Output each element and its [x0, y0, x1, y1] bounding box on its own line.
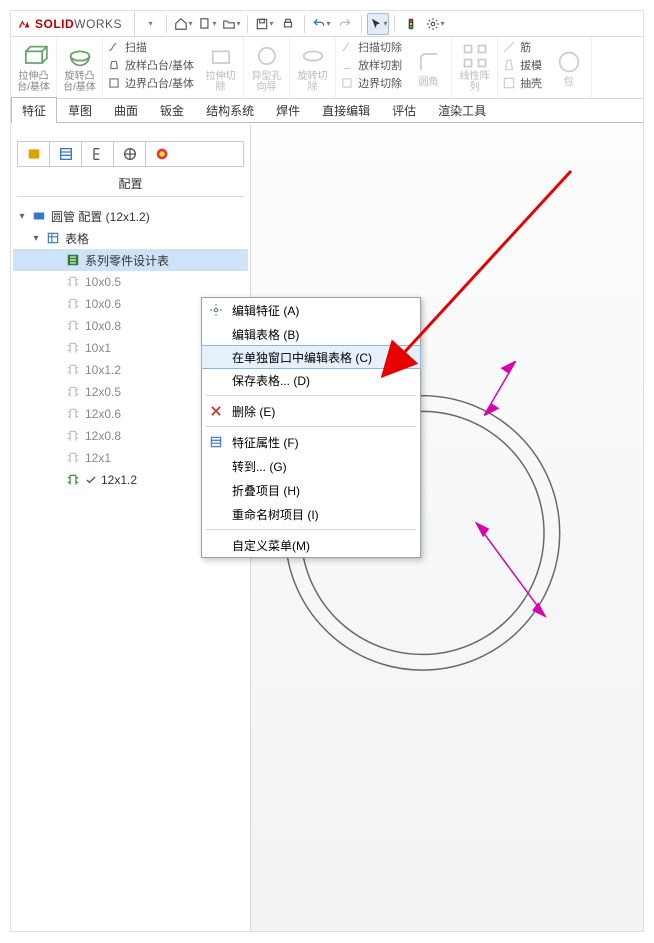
- rib-button[interactable]: 筋: [502, 39, 531, 55]
- quick-access-toolbar: ▾ ▾ ▾ ▾ ▾ ▾ ▾ ▾: [134, 11, 450, 36]
- ribbon: 拉伸凸 台/基体 旋转凸 台/基体 扫描 放样凸台/基体 边界凸台/基体 拉伸切…: [11, 37, 643, 99]
- dimxpert-tab[interactable]: [114, 142, 146, 166]
- feature-manager-tab[interactable]: [18, 142, 50, 166]
- sweep-cut-button[interactable]: 扫描切除: [340, 39, 402, 55]
- tab-直接编辑[interactable]: 直接编辑: [311, 97, 381, 123]
- extrude-cut-button[interactable]: 拉伸切 除: [198, 37, 244, 98]
- draft-button[interactable]: 拔模: [502, 57, 542, 73]
- tab-焊件[interactable]: 焊件: [265, 97, 311, 123]
- redo-button[interactable]: [334, 13, 356, 35]
- tab-特征[interactable]: 特征: [11, 97, 57, 123]
- fillet-button[interactable]: 圆角: [406, 37, 452, 98]
- menu-item-1[interactable]: 编辑表格 (B): [202, 322, 420, 346]
- tab-结构系统[interactable]: 结构系统: [195, 97, 265, 123]
- save-button[interactable]: ▾: [253, 13, 275, 35]
- shell-button[interactable]: 抽壳: [502, 75, 542, 91]
- tree-tables[interactable]: ▾表格: [13, 227, 248, 249]
- manager-pane-tabs: [17, 141, 244, 167]
- revolve-cut-button[interactable]: 旋转切 除: [290, 37, 336, 98]
- tab-渲染工具[interactable]: 渲染工具: [427, 97, 497, 123]
- open-button[interactable]: ▾: [220, 13, 242, 35]
- boss-stack: 扫描 放样凸台/基体 边界凸台/基体: [103, 37, 198, 98]
- traffic-light-icon[interactable]: [400, 13, 422, 35]
- linear-pattern-button[interactable]: 线性阵 列: [452, 37, 498, 98]
- menu-item-7[interactable]: 折叠项目 (H): [202, 478, 420, 502]
- feature-stack: 筋 拔模 抽壳: [498, 37, 546, 98]
- menu-item-3[interactable]: 保存表格... (D): [202, 368, 420, 392]
- tab-草图[interactable]: 草图: [57, 97, 103, 123]
- menu-item-2[interactable]: 在单独窗口中编辑表格 (C): [201, 345, 421, 369]
- tab-曲面[interactable]: 曲面: [103, 97, 149, 123]
- extrude-boss-button[interactable]: 拉伸凸 台/基体: [11, 37, 57, 98]
- menu-item-0[interactable]: 编辑特征 (A): [202, 298, 420, 322]
- configuration-manager-tab[interactable]: [82, 142, 114, 166]
- wrap-button[interactable]: 包: [546, 37, 592, 98]
- revolve-boss-button[interactable]: 旋转凸 台/基体: [57, 37, 103, 98]
- tab-评估[interactable]: 评估: [381, 97, 427, 123]
- boundary-cut-button[interactable]: 边界切除: [340, 75, 402, 91]
- home-button[interactable]: ▾: [172, 13, 194, 35]
- cut-stack: 扫描切除 放样切割 边界切除: [336, 37, 406, 98]
- panel-title: 配置: [17, 169, 244, 197]
- menu-item-9[interactable]: 自定义菜单(M): [202, 533, 420, 557]
- context-menu: 编辑特征 (A)编辑表格 (B)在单独窗口中编辑表格 (C)保存表格... (D…: [201, 297, 421, 558]
- menu-dropdown[interactable]: ▾: [139, 13, 161, 35]
- select-button[interactable]: ▾: [367, 13, 389, 35]
- tab-钣金[interactable]: 钣金: [149, 97, 195, 123]
- new-button[interactable]: ▾: [196, 13, 218, 35]
- loft-button[interactable]: 放样凸台/基体: [107, 57, 194, 73]
- menu-item-6[interactable]: 转到... (G): [202, 454, 420, 478]
- title-bar: SOLIDWORKS ▾ ▾ ▾ ▾ ▾ ▾ ▾ ▾: [11, 11, 643, 37]
- loft-cut-button[interactable]: 放样切割: [340, 57, 402, 73]
- tree-root[interactable]: ▾圆管 配置 (12x1.2): [13, 205, 248, 227]
- hole-wizard-button[interactable]: 异型孔 向导: [244, 37, 290, 98]
- property-manager-tab[interactable]: [50, 142, 82, 166]
- menu-item-5[interactable]: 特征属性 (F): [202, 430, 420, 454]
- app-logo: SOLIDWORKS: [11, 17, 128, 31]
- sweep-button[interactable]: 扫描: [107, 39, 147, 55]
- display-manager-tab[interactable]: [146, 142, 178, 166]
- settings-button[interactable]: ▾: [424, 13, 446, 35]
- undo-button[interactable]: ▾: [310, 13, 332, 35]
- menu-item-8[interactable]: 重命名树项目 (I): [202, 502, 420, 526]
- config-10x0-5[interactable]: 10x0.5: [13, 271, 248, 293]
- menu-item-4[interactable]: 删除 (E): [202, 399, 420, 423]
- boundary-button[interactable]: 边界凸台/基体: [107, 75, 194, 91]
- command-tabs: 特征草图曲面钣金结构系统焊件直接编辑评估渲染工具: [11, 99, 643, 123]
- print-button[interactable]: [277, 13, 299, 35]
- tree-design-table[interactable]: 系列零件设计表: [13, 249, 248, 271]
